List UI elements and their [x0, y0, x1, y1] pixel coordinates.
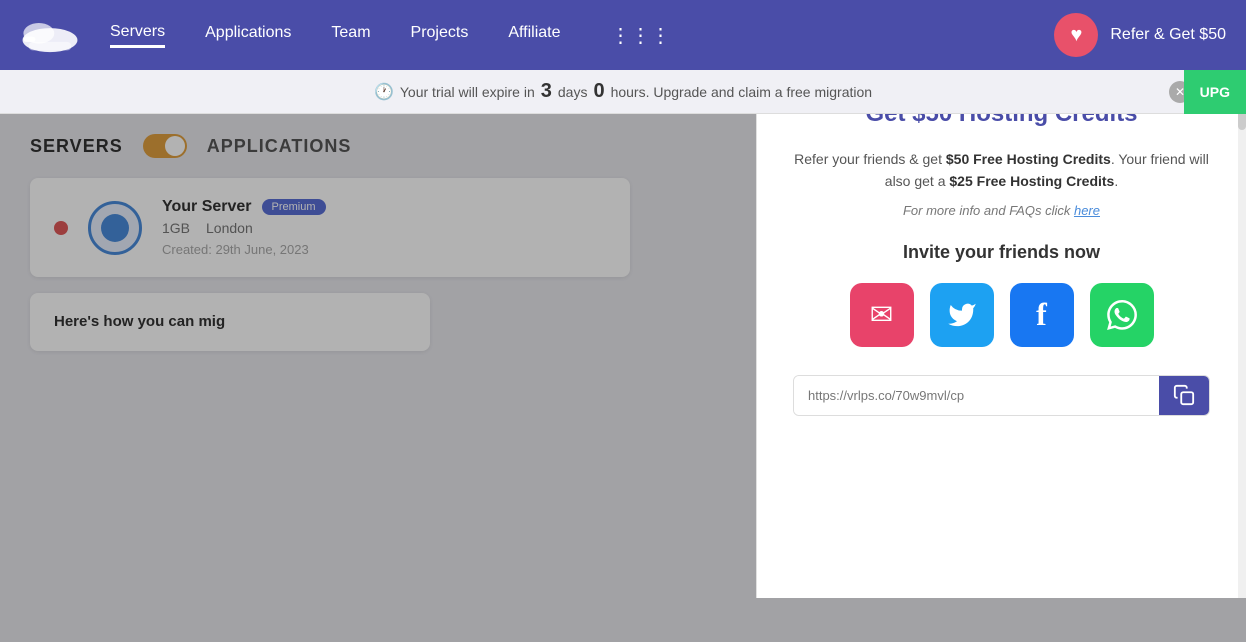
refer-button[interactable]: Refer & Get $50	[1110, 26, 1226, 44]
faq-link[interactable]: here	[1074, 203, 1100, 218]
trial-bar: 🕐 Your trial will expire in 3 days 0 hou…	[0, 70, 1246, 114]
referral-modal: Get $50 Hosting Credits Refer your frien…	[756, 114, 1246, 598]
heart-icon: ♥	[1054, 13, 1098, 57]
grid-icon[interactable]: ⋮⋮⋮	[611, 23, 671, 48]
nav-projects[interactable]: Projects	[411, 24, 469, 46]
nav-links: Servers Applications Team Projects Affil…	[110, 23, 1054, 48]
nav-applications[interactable]: Applications	[205, 24, 291, 46]
modal-faq: For more info and FAQs click here	[793, 203, 1210, 218]
share-buttons: ✉ f	[793, 283, 1210, 347]
modal-title: Get $50 Hosting Credits	[793, 114, 1210, 128]
logo[interactable]	[20, 15, 80, 55]
invite-title: Invite your friends now	[793, 242, 1210, 263]
trial-hours: 0	[593, 80, 604, 103]
upgrade-button[interactable]: UPG	[1184, 70, 1246, 114]
share-email-button[interactable]: ✉	[850, 283, 914, 347]
main-content: SERVERS APPLICATIONS Your Server Premium…	[0, 114, 1246, 642]
navbar: Servers Applications Team Projects Affil…	[0, 0, 1246, 70]
trial-days: 3	[541, 80, 552, 103]
share-twitter-button[interactable]	[930, 283, 994, 347]
share-whatsapp-button[interactable]	[1090, 283, 1154, 347]
referral-link-row	[793, 375, 1210, 416]
trial-text-before: Your trial will expire in	[400, 84, 535, 100]
navbar-right: ♥ Refer & Get $50	[1054, 13, 1226, 57]
nav-affiliate[interactable]: Affiliate	[508, 24, 560, 46]
scrollbar-thumb[interactable]	[1238, 114, 1246, 130]
clock-icon: 🕐	[374, 82, 394, 102]
nav-team[interactable]: Team	[331, 24, 370, 46]
scrollbar-track	[1238, 114, 1246, 598]
trial-days-label: days	[558, 84, 588, 100]
referral-link-input[interactable]	[794, 376, 1159, 415]
trial-hours-label: hours. Upgrade and claim a free migratio…	[611, 84, 872, 100]
share-facebook-button[interactable]: f	[1010, 283, 1074, 347]
nav-servers[interactable]: Servers	[110, 23, 165, 48]
copy-link-button[interactable]	[1159, 376, 1209, 415]
modal-description: Refer your friends & get $50 Free Hostin…	[793, 148, 1210, 193]
